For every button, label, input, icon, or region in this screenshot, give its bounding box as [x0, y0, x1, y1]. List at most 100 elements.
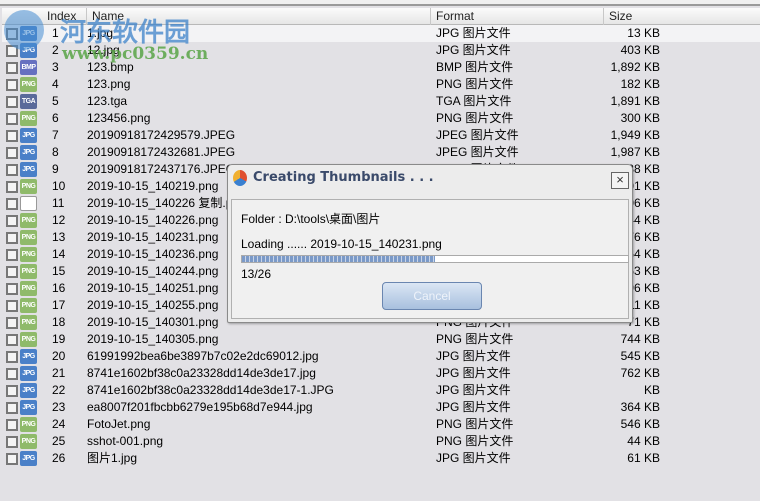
row-index: 18 — [52, 315, 66, 329]
table-row[interactable]: JPG 21 8741e1602bf38c0a23328dd14de3de17.… — [2, 365, 760, 382]
row-checkbox[interactable] — [6, 436, 18, 448]
row-name: 20190918172437176.JPEG — [87, 162, 236, 176]
progress-bar — [241, 255, 629, 263]
file-type-icon: JPG — [20, 145, 37, 160]
column-header-name[interactable]: Name — [86, 8, 430, 25]
table-row[interactable]: BMP 3 123.bmp BMP 图片文件 1,892 KB — [2, 59, 760, 76]
row-checkbox[interactable] — [6, 368, 18, 380]
file-type-icon: PNG — [20, 298, 37, 313]
file-type-icon: PNG — [20, 111, 37, 126]
file-type-icon: PNG — [20, 264, 37, 279]
table-row[interactable]: JPG 20 61991992bea6be3897b7c02e2dc69012.… — [2, 348, 760, 365]
row-checkbox[interactable] — [6, 28, 18, 40]
table-row[interactable]: JPG 7 20190918172429579.JPEG JPEG 图片文件 1… — [2, 127, 760, 144]
row-format: PNG 图片文件 — [436, 417, 514, 431]
row-checkbox[interactable] — [6, 96, 18, 108]
table-row[interactable]: PNG 24 FotoJet.png PNG 图片文件 546 KB — [2, 416, 760, 433]
row-checkbox[interactable] — [6, 385, 18, 397]
row-index: 19 — [52, 332, 66, 346]
row-checkbox[interactable] — [6, 317, 18, 329]
row-size: 1,949 KB — [610, 128, 660, 142]
row-checkbox[interactable] — [6, 300, 18, 312]
table-row[interactable]: TGA 5 123.tga TGA 图片文件 1,891 KB — [2, 93, 760, 110]
column-header-format[interactable]: Format — [430, 8, 603, 25]
row-index: 5 — [52, 94, 59, 108]
top-border — [0, 0, 760, 6]
row-checkbox[interactable] — [6, 164, 18, 176]
row-checkbox[interactable] — [6, 266, 18, 278]
file-type-icon: PNG — [20, 230, 37, 245]
row-name: 2019-10-15_140301.png — [87, 315, 219, 329]
row-name: 8741e1602bf38c0a23328dd14de3de17.jpg — [87, 366, 316, 380]
row-checkbox[interactable] — [6, 453, 18, 465]
table-row[interactable]: JPG 8 20190918172432681.JPEG JPEG 图片文件 1… — [2, 144, 760, 161]
row-index: 13 — [52, 230, 66, 244]
file-type-icon: BMP — [20, 60, 37, 75]
close-button[interactable]: × — [611, 172, 629, 189]
table-row[interactable]: PNG 6 123456.png PNG 图片文件 300 KB — [2, 110, 760, 127]
row-size: KB — [643, 383, 660, 397]
row-name: 2019-10-15_140251.png — [87, 281, 219, 295]
row-checkbox[interactable] — [6, 283, 18, 295]
row-format: PNG 图片文件 — [436, 332, 514, 346]
row-checkbox[interactable] — [6, 419, 18, 431]
row-index: 23 — [52, 400, 66, 414]
table-row[interactable]: PNG 4 123.png PNG 图片文件 182 KB — [2, 76, 760, 93]
row-name: 2019-10-15_140219.png — [87, 179, 219, 193]
column-header-size[interactable]: Size — [603, 8, 760, 25]
table-row[interactable]: JPG 1 1.jpg JPG 图片文件 13 KB — [2, 25, 760, 42]
row-format: JPG 图片文件 — [436, 366, 511, 380]
row-checkbox[interactable] — [6, 402, 18, 414]
row-checkbox[interactable] — [6, 147, 18, 159]
row-checkbox[interactable] — [6, 215, 18, 227]
row-size: 762 KB — [620, 366, 660, 380]
row-format: PNG 图片文件 — [436, 77, 514, 91]
row-format: JPG 图片文件 — [436, 383, 511, 397]
row-checkbox[interactable] — [6, 334, 18, 346]
file-type-icon: JPG — [20, 162, 37, 177]
table-row[interactable]: JPG 23 ea8007f201fbcbb6279e195b68d7e944.… — [2, 399, 760, 416]
row-checkbox[interactable] — [6, 232, 18, 244]
file-type-icon: JPG — [20, 366, 37, 381]
column-header-index[interactable]: Index — [42, 8, 86, 25]
row-format: JPG 图片文件 — [436, 26, 511, 40]
row-size: 403 KB — [620, 43, 660, 57]
row-index: 11 — [52, 196, 65, 210]
row-size: 44 KB — [627, 434, 660, 448]
row-index: 12 — [52, 213, 66, 227]
row-checkbox[interactable] — [6, 351, 18, 363]
file-type-icon: PNG — [20, 281, 37, 296]
table-row[interactable]: PNG 19 2019-10-15_140305.png PNG 图片文件 74… — [2, 331, 760, 348]
row-name: ea8007f201fbcbb6279e195b68d7e944.jpg — [87, 400, 313, 414]
progress-count: 13/26 — [241, 267, 272, 281]
row-checkbox[interactable] — [6, 45, 18, 57]
row-index: 14 — [52, 247, 66, 261]
row-format: JPG 图片文件 — [436, 451, 511, 465]
row-checkbox[interactable] — [6, 181, 18, 193]
file-type-icon: PNG — [20, 179, 37, 194]
row-checkbox[interactable] — [6, 198, 18, 210]
dialog-title: Creating Thumbnails . . . — [253, 170, 434, 185]
row-name: FotoJet.png — [87, 417, 151, 431]
row-index: 21 — [52, 366, 66, 380]
row-index: 9 — [52, 162, 59, 176]
row-name: 2019-10-15_140305.png — [87, 332, 219, 346]
row-index: 1 — [52, 26, 59, 40]
file-type-icon: JPG — [20, 451, 37, 466]
table-row[interactable]: JPG 22 8741e1602bf38c0a23328dd14de3de17-… — [2, 382, 760, 399]
cancel-button[interactable]: Cancel — [382, 282, 482, 310]
row-index: 2 — [52, 43, 59, 57]
row-checkbox[interactable] — [6, 249, 18, 261]
table-row[interactable]: JPG 2 12.jpg JPG 图片文件 403 KB — [2, 42, 760, 59]
row-index: 6 — [52, 111, 59, 125]
row-checkbox[interactable] — [6, 79, 18, 91]
row-checkbox[interactable] — [6, 62, 18, 74]
row-name: 2019-10-15_140226.png — [87, 213, 219, 227]
row-index: 8 — [52, 145, 59, 159]
row-checkbox[interactable] — [6, 113, 18, 125]
row-name: 123.bmp — [87, 60, 134, 74]
row-checkbox[interactable] — [6, 130, 18, 142]
table-row[interactable]: JPG 26 图片1.jpg JPG 图片文件 61 KB — [2, 450, 760, 467]
row-size: 61 KB — [627, 451, 660, 465]
table-row[interactable]: PNG 25 sshot-001.png PNG 图片文件 44 KB — [2, 433, 760, 450]
